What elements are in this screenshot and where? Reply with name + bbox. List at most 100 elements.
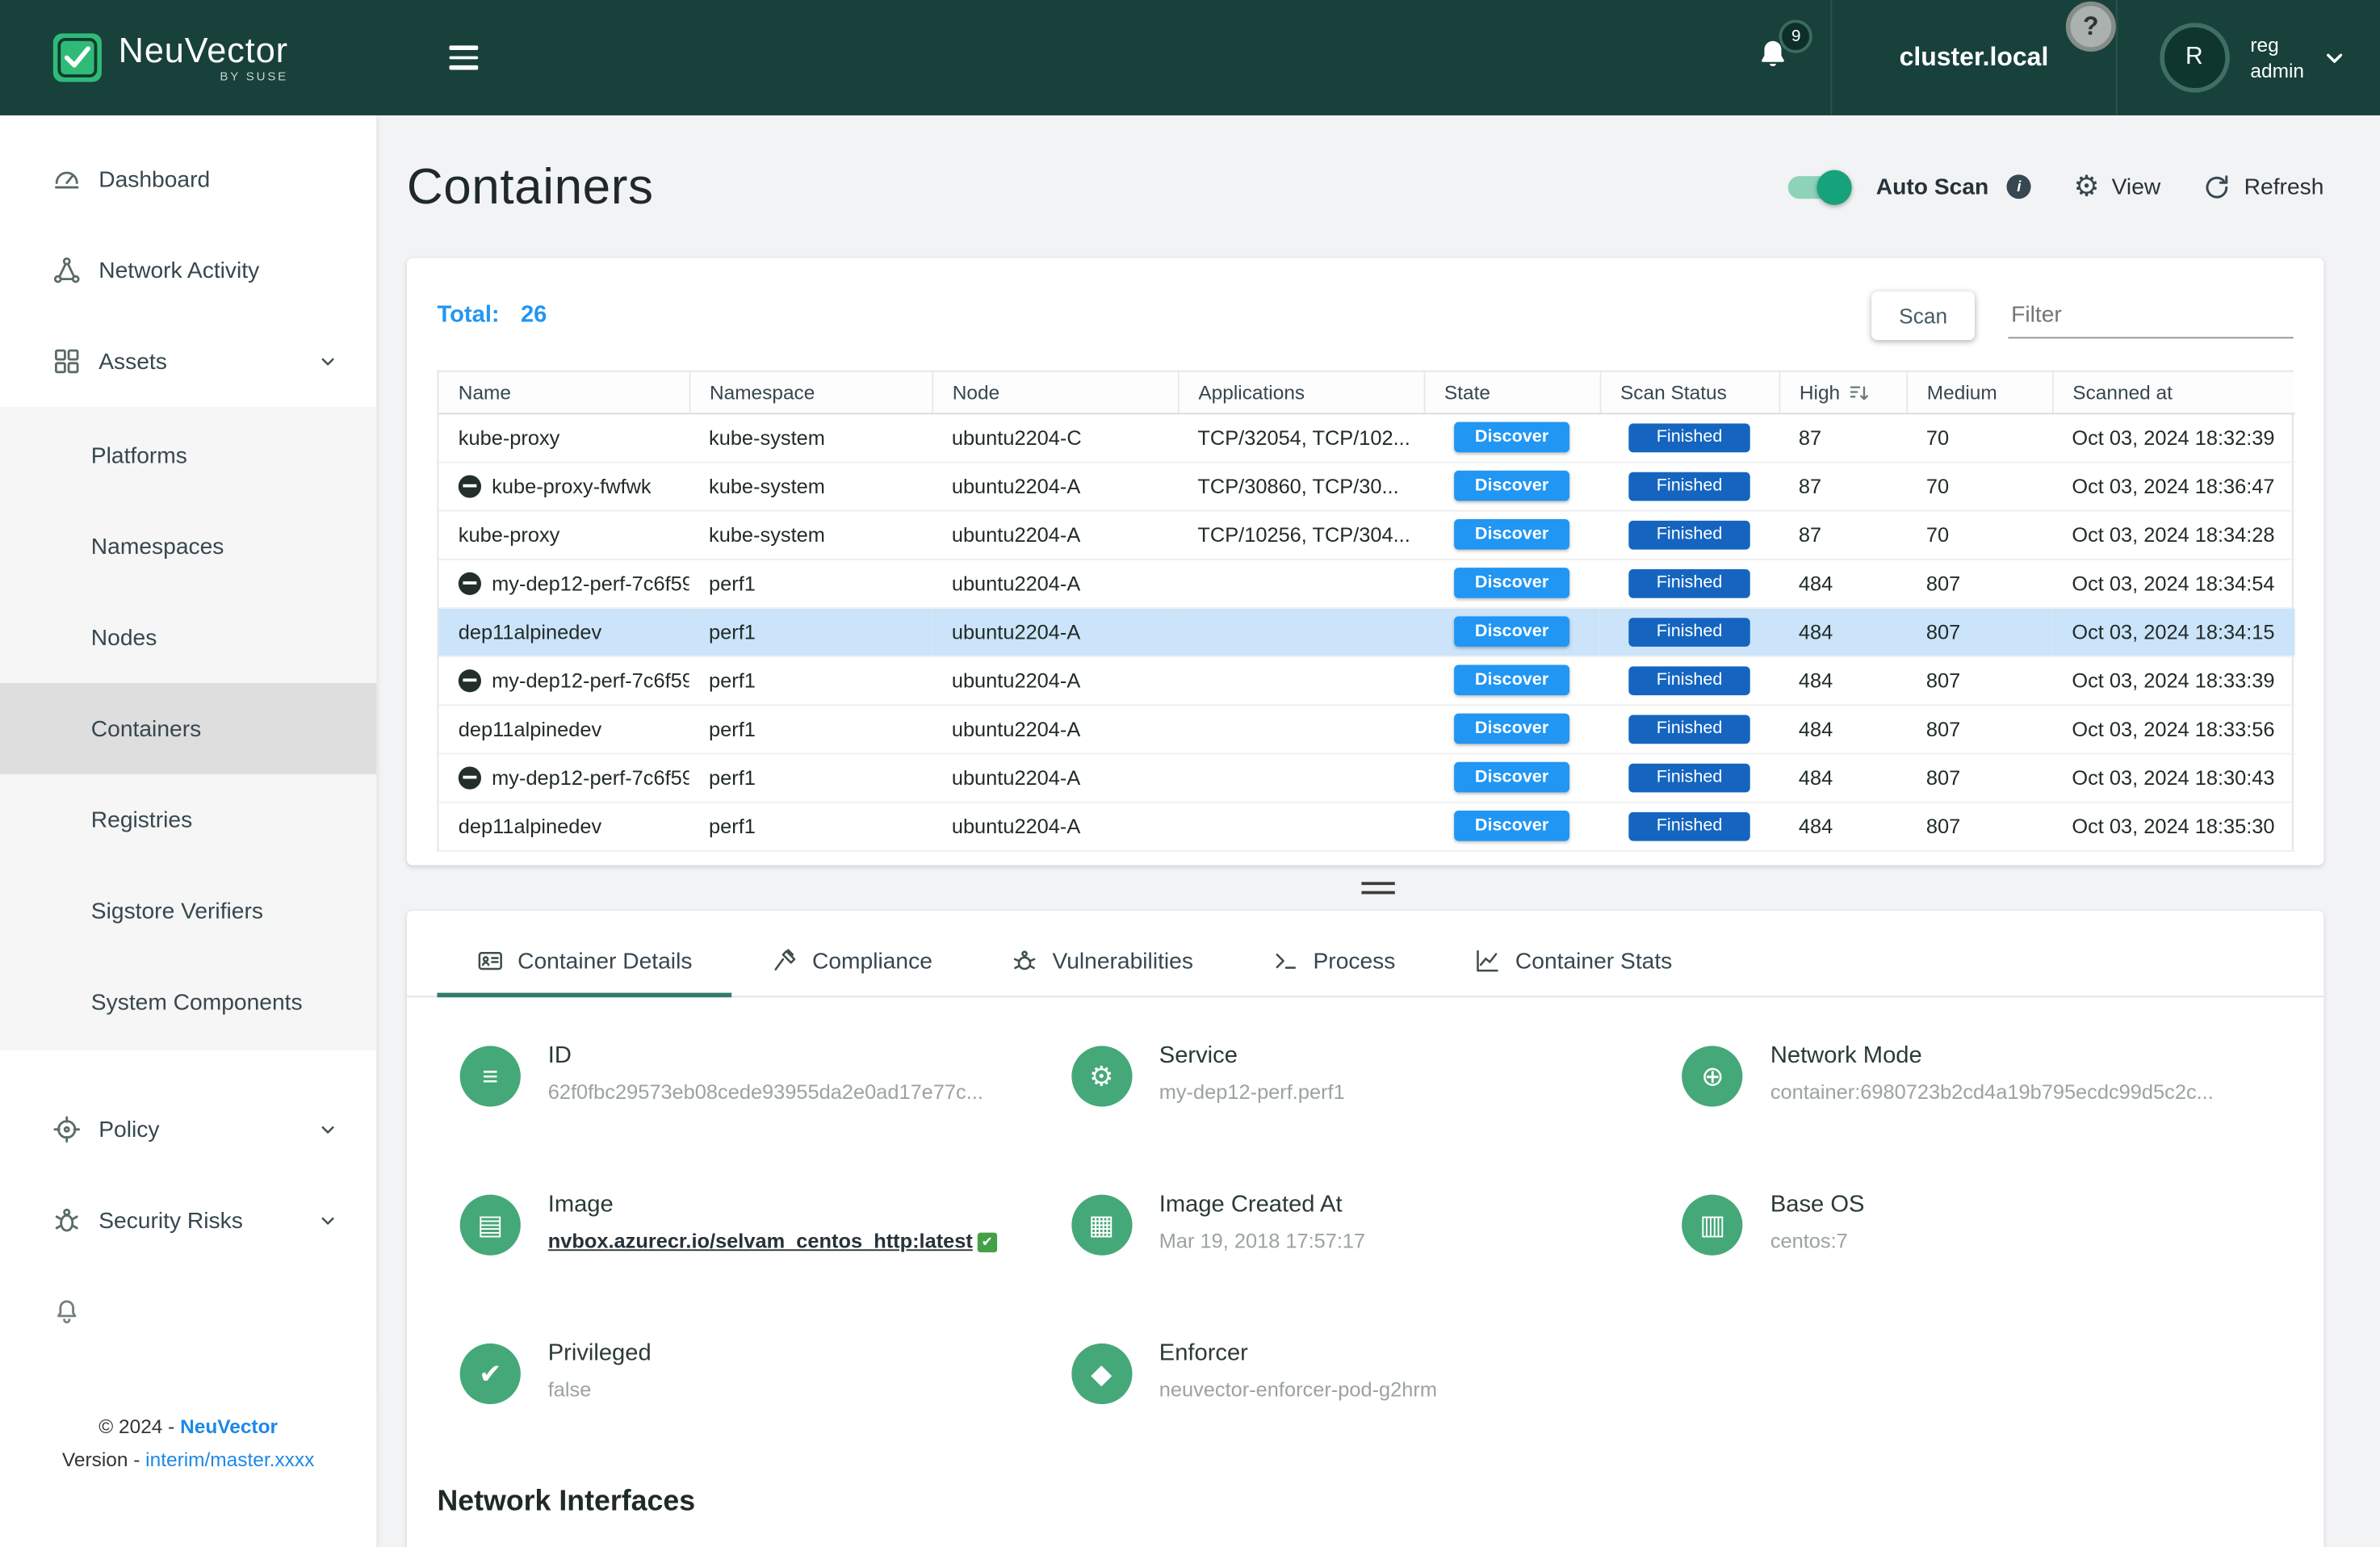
detail-label: Base OS	[1770, 1192, 1865, 1219]
cell-state: Discover	[1424, 704, 1600, 753]
detail-grid: ≡ID62f0fbc29573eb08cede93955da2e0ad17e77…	[407, 997, 2324, 1444]
cell-name: dep11alpinedev	[438, 607, 689, 656]
detail-text: Enforcerneuvector-enforcer-pod-g2hrm	[1159, 1340, 1437, 1401]
detail-value[interactable]: nvbox.azurecr.io/selvam_centos_http:late…	[548, 1230, 997, 1252]
version-link[interactable]: interim/master.xxxx	[145, 1448, 314, 1471]
tab-vulnerabilities[interactable]: Vulnerabilities	[972, 926, 1233, 996]
filter-input[interactable]	[2008, 293, 2293, 338]
cell-state: Discover	[1424, 413, 1600, 461]
tab-container-details[interactable]: Container Details	[437, 926, 731, 996]
table-row[interactable]: my-dep12-perf-7c6f59perf1ubuntu2204-ADis…	[438, 753, 2294, 802]
column-header-node[interactable]: Node	[932, 372, 1178, 413]
sidebar-item-sigstore-verifiers[interactable]: Sigstore Verifiers	[0, 866, 376, 957]
sidebar-item-security-risks[interactable]: Security Risks	[0, 1175, 376, 1266]
column-label: Name	[459, 380, 511, 403]
detail-item-enforcer: ◆Enforcerneuvector-enforcer-pod-g2hrm	[1071, 1340, 1682, 1444]
table-row[interactable]: dep11alpinedevperf1ubuntu2204-ADiscoverF…	[438, 607, 2294, 656]
discover-button[interactable]: Discover	[1454, 471, 1569, 501]
split-area	[376, 866, 2380, 911]
discover-button[interactable]: Discover	[1454, 422, 1569, 453]
brand-subtitle: BY SUSE	[220, 69, 288, 83]
cell-scanned-at: Oct 03, 2024 18:35:30	[2052, 802, 2295, 850]
discover-button[interactable]: Discover	[1454, 811, 1569, 841]
table-row[interactable]: dep11alpinedevperf1ubuntu2204-ADiscoverF…	[438, 802, 2294, 850]
tab-container-stats[interactable]: Container Stats	[1435, 926, 1712, 996]
tab-label: Container Details	[517, 948, 692, 974]
total-count: Total:26	[437, 302, 547, 329]
sidebar-item-label: Network Activity	[98, 258, 259, 283]
sidebar-item-nodes[interactable]: Nodes	[0, 592, 376, 683]
column-header-high[interactable]: High	[1779, 372, 1906, 413]
table-row[interactable]: kube-proxykube-systemubuntu2204-CTCP/320…	[438, 413, 2294, 461]
cell-scan-status: Finished	[1600, 607, 1779, 656]
sidebar-subitem-label: Containers	[91, 715, 201, 741]
column-header-medium[interactable]: Medium	[1906, 372, 2051, 413]
cell-state: Discover	[1424, 607, 1600, 656]
name-cell: dep11alpinedev	[459, 815, 689, 837]
sidebar-item-platforms[interactable]: Platforms	[0, 410, 376, 501]
user-role: reg	[2250, 31, 2304, 57]
view-button[interactable]: ⚙ View	[2074, 172, 2161, 201]
cell-scanned-at: Oct 03, 2024 18:30:43	[2052, 753, 2295, 802]
discover-button[interactable]: Discover	[1454, 714, 1569, 744]
user-avatar[interactable]: R	[2160, 23, 2229, 92]
detail-value: my-dep12-perf.perf1	[1159, 1081, 1345, 1104]
chevron-down-icon	[316, 349, 340, 373]
discover-button[interactable]: Discover	[1454, 664, 1569, 695]
detail-value: Mar 19, 2018 17:57:17	[1159, 1230, 1365, 1252]
refresh-button[interactable]: Refresh	[2203, 172, 2324, 201]
cell-scan-status: Finished	[1600, 559, 1779, 607]
sidebar-item-policy[interactable]: Policy	[0, 1084, 376, 1175]
sort-icon[interactable]	[1849, 382, 1870, 403]
discover-button[interactable]: Discover	[1454, 762, 1569, 793]
version: Version - interim/master.xxxx	[0, 1444, 376, 1477]
info-icon[interactable]: i	[2007, 174, 2031, 199]
sidebar-item-registries[interactable]: Registries	[0, 774, 376, 866]
table-row[interactable]: my-dep12-perf-7c6f59perf1ubuntu2204-ADis…	[438, 656, 2294, 704]
column-header-state[interactable]: State	[1424, 372, 1600, 413]
scan-button[interactable]: Scan	[1871, 291, 1975, 340]
neuvector-link[interactable]: NeuVector	[180, 1415, 278, 1437]
chevron-down-icon[interactable]	[2319, 43, 2350, 73]
discover-button[interactable]: Discover	[1454, 568, 1569, 598]
auto-scan-label: Auto Scan	[1876, 174, 1988, 199]
sidebar-item-assets[interactable]: Assets	[0, 316, 376, 407]
cell-scan-status: Finished	[1600, 753, 1779, 802]
resize-handle-icon[interactable]	[1361, 882, 1394, 894]
calendar-icon: ▦	[1071, 1195, 1132, 1256]
discover-button[interactable]: Discover	[1454, 519, 1569, 550]
table-row[interactable]: dep11alpinedevperf1ubuntu2204-ADiscoverF…	[438, 704, 2294, 753]
tab-process[interactable]: Process	[1233, 926, 1435, 996]
column-header-scan-status[interactable]: Scan Status	[1600, 372, 1779, 413]
column-header-namespace[interactable]: Namespace	[689, 372, 932, 413]
tab-compliance[interactable]: Compliance	[731, 926, 971, 996]
user-info: reg admin	[2250, 31, 2304, 83]
sidebar-item-system-components[interactable]: System Components	[0, 956, 376, 1047]
table-row[interactable]: kube-proxykube-systemubuntu2204-ATCP/102…	[438, 510, 2294, 559]
menu-icon[interactable]	[440, 37, 487, 78]
cell-scan-status: Finished	[1600, 656, 1779, 704]
notifications-button[interactable]: 9	[1716, 36, 1831, 80]
sidebar-item-network-activity[interactable]: Network Activity	[0, 224, 376, 316]
column-header-applications[interactable]: Applications	[1178, 372, 1424, 413]
detail-item-service: ⚙Servicemy-dep12-perf.perf1	[1071, 1043, 1682, 1147]
container-details-card: Container Details ComplianceVulnerabiliti…	[407, 911, 2324, 1547]
sidebar-item-namespaces[interactable]: Namespaces	[0, 501, 376, 592]
column-header-scanned-at[interactable]: Scanned at	[2052, 372, 2295, 413]
name-cell: kube-proxy	[459, 523, 689, 546]
discover-button[interactable]: Discover	[1454, 616, 1569, 647]
table-row[interactable]: my-dep12-perf-7c6f59perf1ubuntu2204-ADis…	[438, 559, 2294, 607]
total-value: 26	[521, 302, 547, 329]
cluster-name: cluster.local	[1833, 43, 2115, 73]
cell-scanned-at: Oct 03, 2024 18:36:47	[2052, 462, 2295, 510]
cell-node: ubuntu2204-A	[932, 510, 1178, 559]
column-label: Scanned at	[2072, 380, 2173, 403]
sidebar-item-containers[interactable]: Containers	[0, 683, 376, 774]
column-header-name[interactable]: Name	[438, 372, 689, 413]
cell-applications	[1178, 753, 1424, 802]
auto-scan-toggle[interactable]	[1788, 175, 1849, 198]
cell-name: my-dep12-perf-7c6f59	[438, 656, 689, 704]
table-row[interactable]: kube-proxy-fwfwkkube-systemubuntu2204-AT…	[438, 462, 2294, 510]
sidebar-item-dashboard[interactable]: Dashboard	[0, 133, 376, 224]
help-button[interactable]: ?	[2066, 2, 2116, 52]
